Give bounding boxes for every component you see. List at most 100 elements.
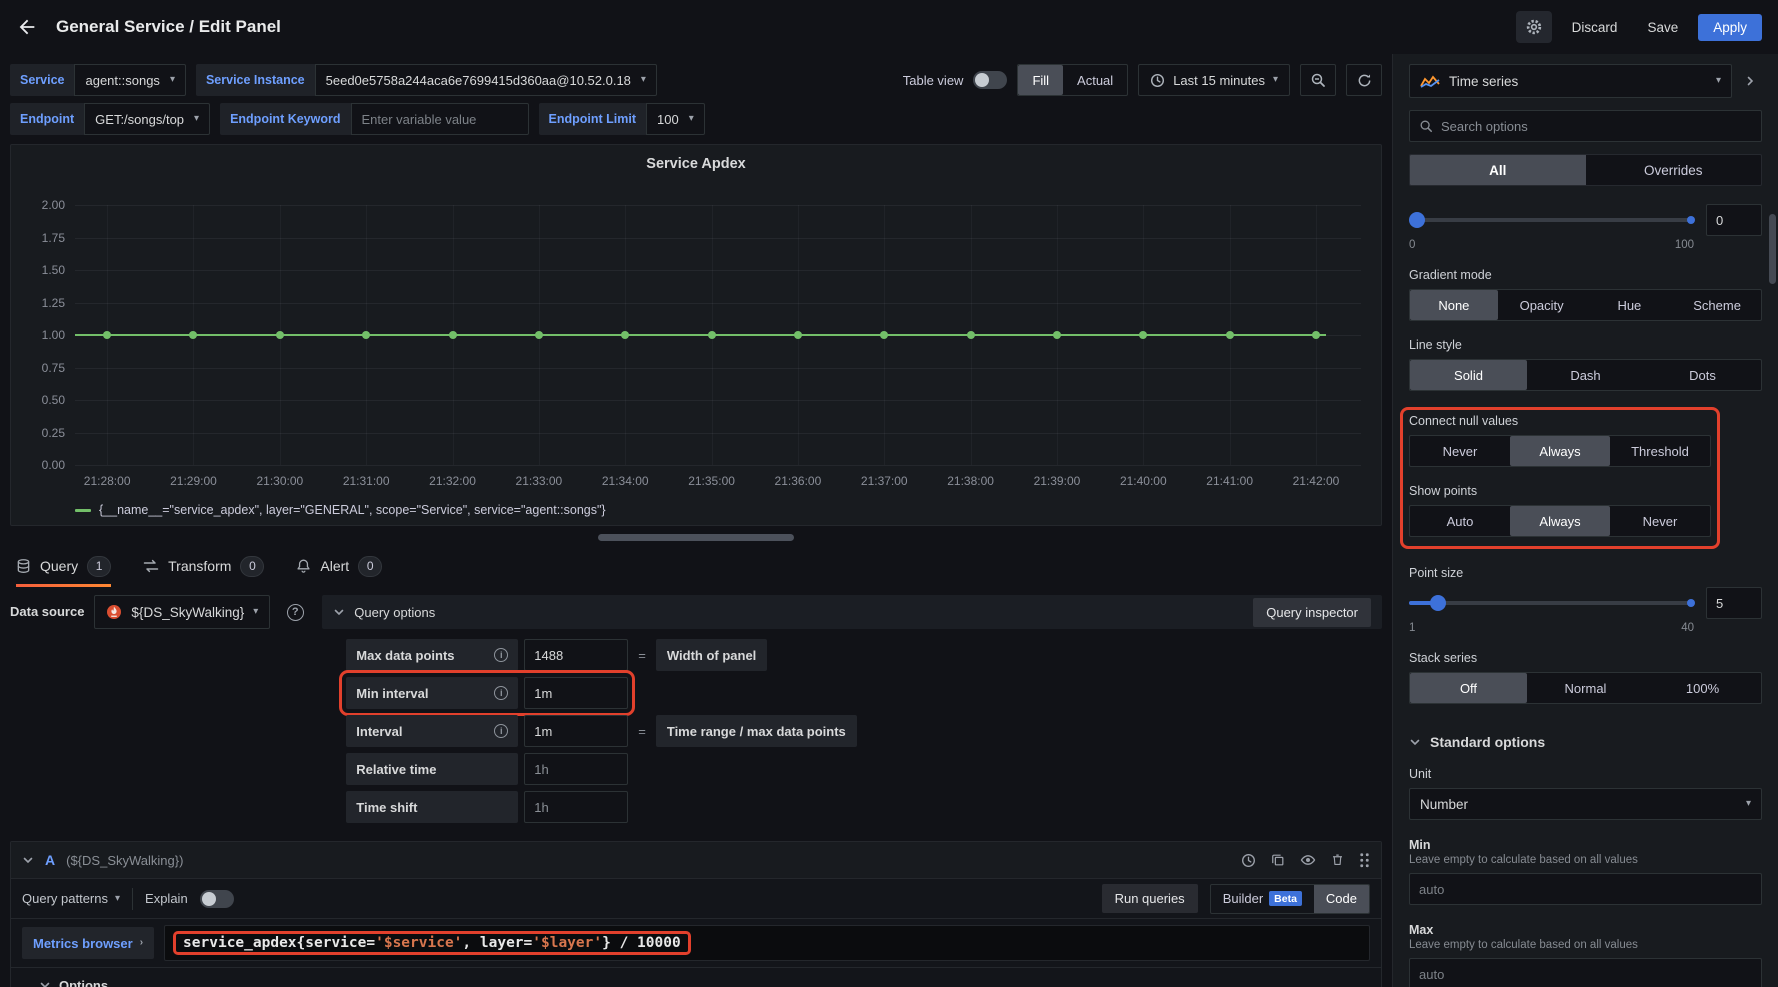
save-button[interactable]: Save (1637, 14, 1688, 41)
drag-handle[interactable] (1359, 852, 1370, 868)
horizontal-scrollbar[interactable] (598, 534, 794, 541)
option-never[interactable]: Never (1610, 506, 1710, 536)
back-button[interactable] (16, 16, 38, 38)
query-count-badge: 1 (87, 556, 111, 577)
option-dots[interactable]: Dots (1644, 360, 1761, 390)
data-point (1053, 331, 1061, 339)
query-options-collapse[interactable]: Options (11, 968, 1381, 987)
option-solid[interactable]: Solid (1410, 360, 1527, 390)
info-icon: i (494, 686, 508, 700)
max-data-points-input[interactable]: 1488 (524, 639, 628, 671)
tab-overrides[interactable]: Overrides (1586, 155, 1762, 185)
option-dash[interactable]: Dash (1527, 360, 1644, 390)
tab-query[interactable]: Query 1 (16, 545, 111, 587)
option-label: Intervali (346, 715, 518, 747)
query-inspector-button[interactable]: Query inspector (1253, 598, 1371, 627)
delete-query-icon[interactable] (1331, 853, 1344, 867)
option-opacity[interactable]: Opacity (1498, 290, 1586, 320)
option-off[interactable]: Off (1410, 673, 1527, 703)
metrics-browser-button[interactable]: Metrics browser › (22, 927, 154, 959)
x-axis-tick: 21:38:00 (947, 474, 994, 488)
tab-alert[interactable]: Alert 0 (296, 545, 382, 587)
slider-handle[interactable] (1409, 212, 1425, 228)
builder-code-group: Builder Beta Code (1210, 884, 1370, 914)
endpoint-variable-value[interactable]: GET:/songs/top▾ (84, 103, 210, 135)
time-range-picker[interactable]: Last 15 minutes ▾ (1138, 64, 1290, 96)
query-option-row: Min intervali1m (346, 677, 1382, 709)
option-never[interactable]: Never (1410, 436, 1510, 466)
x-axis-tick: 21:28:00 (84, 474, 131, 488)
fill-opacity-slider[interactable] (1409, 211, 1694, 229)
standard-options-header[interactable]: Standard options (1409, 734, 1762, 750)
datasource-help-button[interactable]: ? (280, 595, 310, 629)
apply-button[interactable]: Apply (1698, 14, 1762, 41)
max-input[interactable] (1409, 958, 1762, 987)
zoom-out-button[interactable] (1300, 64, 1336, 96)
y-axis-tick: 1.00 (21, 328, 65, 342)
code-mode-option[interactable]: Code (1314, 885, 1369, 913)
x-axis-tick: 21:42:00 (1293, 474, 1340, 488)
query-history-icon[interactable] (1241, 853, 1256, 868)
builder-mode-option[interactable]: Builder Beta (1211, 885, 1314, 913)
endpoint-limit-value[interactable]: 100▾ (646, 103, 705, 135)
slider-max-label: 100 (1675, 239, 1694, 251)
tab-transform[interactable]: Transform 0 (143, 545, 264, 587)
relative-time-input[interactable]: 1h (524, 753, 628, 785)
page-title: General Service / Edit Panel (56, 17, 281, 37)
chevron-down-icon (39, 979, 51, 987)
option-fill[interactable]: Fill (1018, 65, 1063, 95)
table-view-toggle[interactable] (973, 71, 1007, 89)
tab-all[interactable]: All (1410, 155, 1586, 185)
point-size-value[interactable]: 5 (1706, 587, 1762, 619)
service-variable-value[interactable]: agent::songs▾ (74, 64, 185, 96)
refresh-button[interactable] (1346, 64, 1382, 96)
datasource-logo-icon (106, 604, 122, 620)
min-interval-input[interactable]: 1m (524, 677, 628, 709)
refresh-icon (1357, 73, 1372, 88)
fill-opacity-value[interactable]: 0 (1706, 204, 1762, 236)
option-always[interactable]: Always (1510, 436, 1610, 466)
collapse-pane-button[interactable] (1738, 75, 1762, 87)
run-queries-button[interactable]: Run queries (1102, 884, 1198, 913)
query-expression-editor[interactable]: service_apdex{service='$service', layer=… (164, 925, 1370, 961)
connect-null-values-group: NeverAlwaysThreshold (1409, 435, 1711, 467)
options-search-input[interactable] (1441, 119, 1752, 134)
min-label: Min (1409, 838, 1762, 852)
fill-opacity-control: 0 0 100 (1409, 204, 1762, 251)
hide-query-icon[interactable] (1300, 852, 1316, 868)
point-size-slider[interactable] (1409, 594, 1694, 612)
search-icon (1419, 119, 1433, 133)
option-auto[interactable]: Auto (1410, 506, 1510, 536)
slider-handle[interactable] (1430, 595, 1446, 611)
option-hue[interactable]: Hue (1586, 290, 1674, 320)
service-instance-variable-value[interactable]: 5eed0e5758a244aca6e7699415d360aa@10.52.0… (315, 64, 657, 96)
data-point (189, 331, 197, 339)
option-actual[interactable]: Actual (1063, 65, 1127, 95)
unit-select[interactable]: Number ▾ (1409, 788, 1762, 820)
x-axis-tick: 21:37:00 (861, 474, 908, 488)
chevron-down-icon[interactable] (22, 854, 34, 866)
min-input[interactable] (1409, 873, 1762, 905)
datasource-picker[interactable]: ${DS_SkyWalking} ▾ (94, 595, 270, 629)
duplicate-query-icon[interactable] (1271, 853, 1285, 867)
option-scheme[interactable]: Scheme (1673, 290, 1761, 320)
discard-button[interactable]: Discard (1562, 14, 1628, 41)
interval-input[interactable]: 1m (524, 715, 628, 747)
option-normal[interactable]: Normal (1527, 673, 1644, 703)
explain-toggle[interactable] (200, 890, 234, 908)
option-threshold[interactable]: Threshold (1610, 436, 1710, 466)
y-axis-tick: 0.00 (21, 458, 65, 472)
time-shift-input[interactable]: 1h (524, 791, 628, 823)
query-options-header[interactable]: Query options Query inspector (322, 595, 1382, 629)
max-helper-text: Leave empty to calculate based on all va… (1409, 939, 1762, 951)
query-patterns-button[interactable]: Query patterns ▾ (22, 891, 120, 906)
chart-legend[interactable]: {__name__="service_apdex", layer="GENERA… (75, 503, 606, 517)
panel-settings-button[interactable] (1516, 11, 1552, 43)
option-100-[interactable]: 100% (1644, 673, 1761, 703)
visualization-picker[interactable]: Time series ▾ (1409, 64, 1732, 98)
endpoint-keyword-input[interactable] (352, 112, 528, 127)
option-none[interactable]: None (1410, 290, 1498, 320)
chevron-right-icon: › (140, 938, 143, 948)
option-always[interactable]: Always (1510, 506, 1610, 536)
sidebar-scrollbar[interactable] (1769, 214, 1776, 284)
